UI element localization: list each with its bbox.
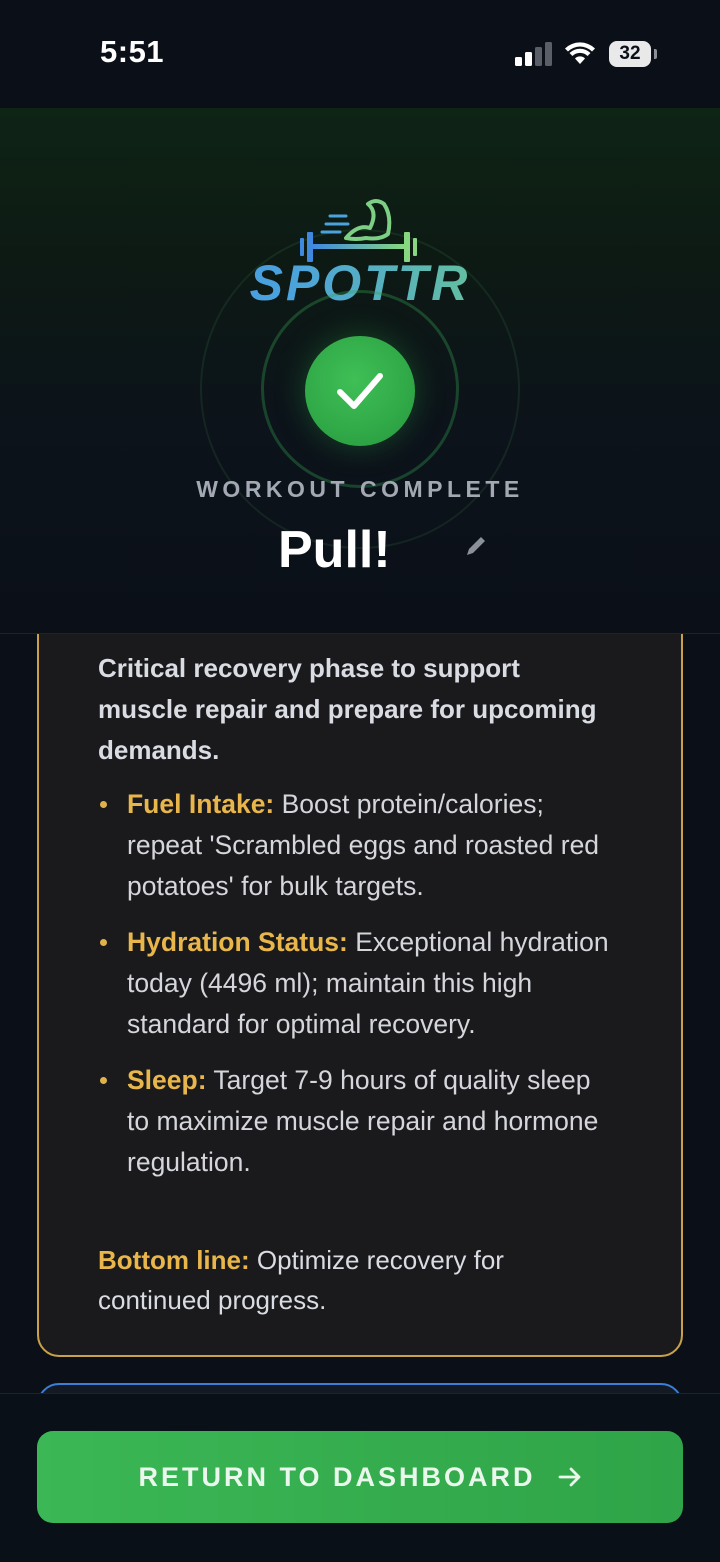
scroll-content[interactable]: Critical recovery phase to support muscl… xyxy=(0,634,720,1394)
workout-header: SPOTTR WORKOUT COMPLETE Pull! xyxy=(0,108,720,634)
item-label: Sleep: xyxy=(127,1065,207,1095)
bottom-line-label: Bottom line: xyxy=(98,1245,250,1275)
bullet-icon xyxy=(100,801,107,808)
bullet-icon xyxy=(100,939,107,946)
bullet-icon xyxy=(100,1077,107,1084)
success-badge xyxy=(305,336,415,446)
battery-icon: 32 xyxy=(609,41,651,67)
workout-title: Pull! xyxy=(278,521,391,579)
arrow-right-icon xyxy=(558,1467,580,1487)
status-bar: 5:51 32 xyxy=(0,0,720,108)
item-label: Fuel Intake: xyxy=(127,789,275,819)
wifi-icon xyxy=(565,42,595,64)
status-time: 5:51 xyxy=(100,34,165,69)
workout-complete-label: WORKOUT COMPLETE xyxy=(196,476,524,502)
signal-icon xyxy=(515,42,553,66)
recovery-list: Fuel Intake: Boost protein/calories; rep… xyxy=(98,784,618,1198)
list-item-hydration: Hydration Status: Exceptional hydration … xyxy=(98,922,618,1045)
recovery-intro: Critical recovery phase to support muscl… xyxy=(98,653,597,765)
list-item-fuel: Fuel Intake: Boost protein/calories; rep… xyxy=(98,784,618,907)
item-label: Hydration Status: xyxy=(127,927,348,957)
pencil-icon[interactable] xyxy=(464,534,488,558)
checkmark-icon xyxy=(337,373,383,409)
bottom-line: Bottom line: Optimize recovery for conti… xyxy=(98,1240,598,1320)
return-button-label: RETURN TO DASHBOARD xyxy=(138,1461,536,1492)
return-to-dashboard-button[interactable]: RETURN TO DASHBOARD xyxy=(37,1431,683,1523)
list-item-sleep: Sleep: Target 7-9 hours of quality sleep… xyxy=(98,1060,618,1183)
battery-tip xyxy=(654,49,657,59)
